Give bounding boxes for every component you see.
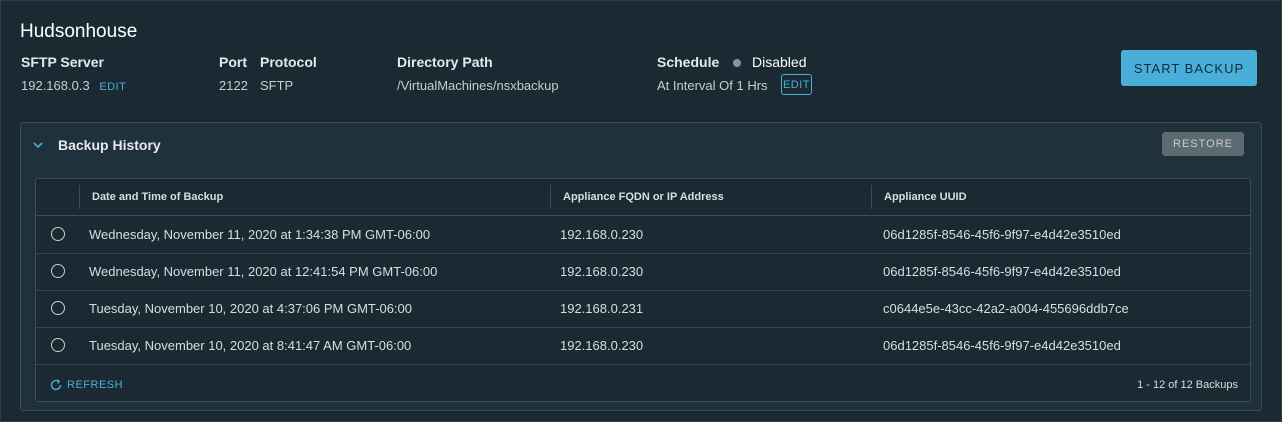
backup-datetime: Wednesday, November 11, 2020 at 12:41:54… [89,264,438,279]
backup-history-panel: Backup History RESTORE Date and Time of … [20,122,1262,411]
appliance-ip: 192.168.0.230 [560,264,644,279]
backup-datetime: Tuesday, November 10, 2020 at 8:41:47 AM… [89,338,412,353]
column-separator [871,185,872,209]
port-value: 2122 [219,78,248,93]
edit-sftp-link[interactable]: EDIT [99,81,126,93]
table-row[interactable]: Wednesday, November 11, 2020 at 12:41:54… [36,253,1250,291]
column-header-uuid[interactable]: Appliance UUID [884,191,967,203]
restore-button[interactable]: RESTORE [1162,132,1244,156]
table-row[interactable]: Wednesday, November 11, 2020 at 1:34:38 … [36,216,1250,254]
appliance-uuid: c0644e5e-43cc-42a2-a004-455696ddb7ce [883,301,1129,316]
refresh-icon [50,379,62,391]
directory-path-label: Directory Path [397,54,493,70]
column-header-appliance[interactable]: Appliance FQDN or IP Address [563,191,724,203]
start-backup-button[interactable]: START BACKUP [1121,50,1257,86]
appliance-ip: 192.168.0.230 [560,338,644,353]
column-separator [79,185,80,209]
pagination-count: 1 - 12 of 12 Backups [1137,379,1238,391]
backup-page: Hudsonhouse SFTP Server 192.168.0.3 EDIT… [0,0,1282,422]
port-label: Port [219,54,247,70]
refresh-label: REFRESH [67,379,124,391]
schedule-interval: At Interval Of 1 Hrs [657,78,768,93]
backup-history-grid: Date and Time of Backup Appliance FQDN o… [35,178,1251,402]
edit-schedule-button[interactable]: EDIT [781,74,812,95]
column-header-date[interactable]: Date and Time of Backup [92,191,223,203]
appliance-uuid: 06d1285f-8546-45f6-9f97-e4d42e3510ed [883,227,1121,242]
appliance-uuid: 06d1285f-8546-45f6-9f97-e4d42e3510ed [883,338,1121,353]
schedule-status: Disabled [752,54,807,70]
sftp-server-ip: 192.168.0.3 [21,78,90,93]
protocol-value: SFTP [260,78,294,93]
grid-header: Date and Time of Backup Appliance FQDN o… [36,179,1250,216]
appliance-ip: 192.168.0.230 [560,227,644,242]
table-row[interactable]: Tuesday, November 10, 2020 at 8:41:47 AM… [36,327,1250,365]
status-dot-icon [733,59,741,67]
appliance-uuid: 06d1285f-8546-45f6-9f97-e4d42e3510ed [883,264,1121,279]
grid-footer: REFRESH 1 - 12 of 12 Backups [36,366,1250,402]
row-radio[interactable] [51,338,65,352]
backup-datetime: Tuesday, November 10, 2020 at 4:37:06 PM… [89,301,413,316]
page-title: Hudsonhouse [20,21,138,42]
column-separator [550,185,551,209]
chevron-down-icon[interactable] [32,139,44,151]
protocol-label: Protocol [260,54,317,70]
backup-datetime: Wednesday, November 11, 2020 at 1:34:38 … [89,227,431,242]
sftp-server-label: SFTP Server [21,54,105,70]
table-row[interactable]: Tuesday, November 10, 2020 at 4:37:06 PM… [36,290,1250,328]
appliance-ip: 192.168.0.231 [560,301,644,316]
row-radio[interactable] [51,227,65,241]
row-radio[interactable] [51,301,65,315]
schedule-label: Schedule [657,54,720,70]
directory-path-value: /VirtualMachines/nsxbackup [397,78,559,93]
sftp-server-value: 192.168.0.3 EDIT [21,78,126,93]
refresh-button[interactable]: REFRESH [49,378,123,392]
backup-history-title: Backup History [58,137,161,153]
row-radio[interactable] [51,264,65,278]
